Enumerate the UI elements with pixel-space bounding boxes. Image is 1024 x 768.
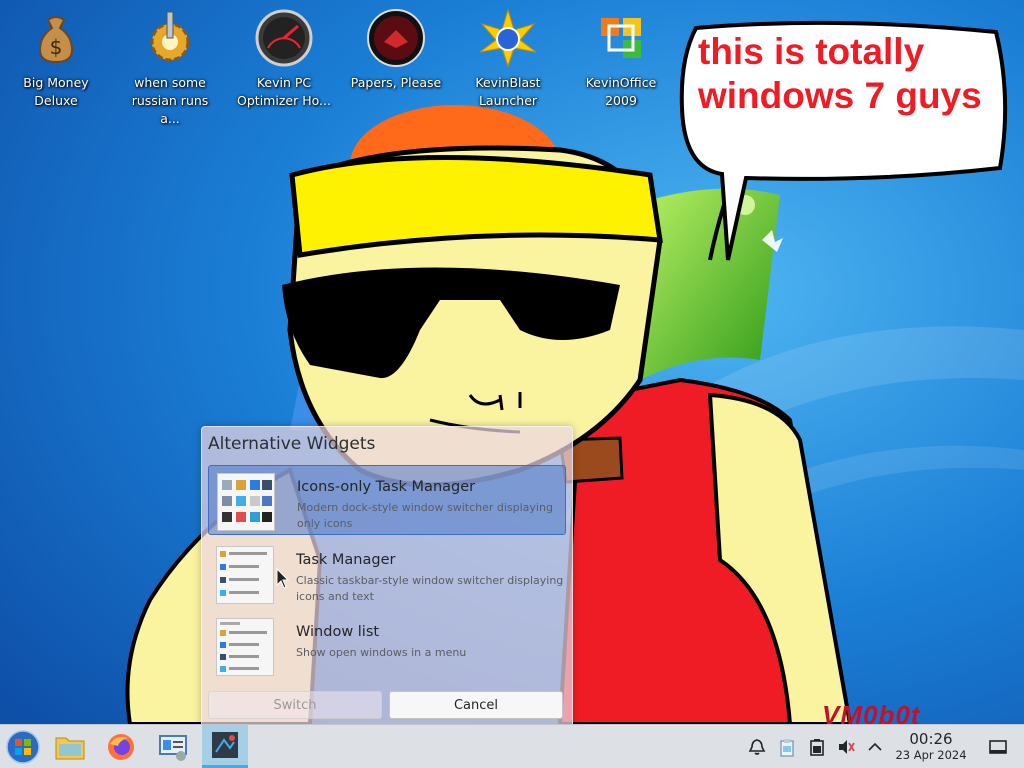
- plasma-discover-launcher-active[interactable]: [202, 725, 248, 768]
- widget-name: Window list: [296, 624, 380, 640]
- expand-tray-icon[interactable]: [865, 737, 885, 757]
- task-manager-preview-thumbnail: [216, 546, 274, 604]
- desktop-icon-label: when some russian runs a...: [131, 75, 209, 126]
- desktop-icon-big-money[interactable]: $ Big Money Deluxe: [6, 8, 106, 110]
- gears-icon: [140, 8, 200, 68]
- desktop-icon-label: KevinOffice 2009: [585, 75, 657, 108]
- desktop-icon-papers-please[interactable]: Papers, Please: [346, 8, 446, 92]
- show-desktop-icon[interactable]: [988, 737, 1008, 757]
- desktop-icon-kevinoffice[interactable]: KevinOffice 2009: [571, 8, 671, 110]
- speedometer-icon: [254, 8, 314, 68]
- office-logo-icon: [591, 8, 651, 68]
- clock-date[interactable]: 23 Apr 2024: [890, 748, 972, 762]
- icons-only-preview-thumbnail: [217, 473, 275, 531]
- system-settings-icon: [159, 734, 187, 761]
- desktop-icon-label: Big Money Deluxe: [23, 75, 89, 108]
- papers-please-icon: [366, 8, 426, 68]
- file-manager-icon: [55, 737, 85, 759]
- alternative-widgets-popup: Alternative Widgets Icons-only Task Mana…: [201, 426, 573, 726]
- battery-icon[interactable]: [807, 737, 827, 757]
- plasma-discover-icon: [212, 732, 238, 758]
- notifications-icon[interactable]: [747, 737, 767, 757]
- file-manager-launcher[interactable]: [47, 725, 93, 768]
- desktop-icon-label: Papers, Please: [350, 75, 442, 90]
- clock-time[interactable]: 00:26: [893, 730, 969, 748]
- desktop-icon-label: KevinBlast Launcher: [475, 75, 541, 108]
- widget-task-manager[interactable]: Task Manager Classic taskbar-style windo…: [208, 539, 566, 609]
- svg-text:$: $: [50, 35, 63, 59]
- desktop-icon-label: Kevin PC Optimizer Ho...: [237, 75, 331, 108]
- system-settings-launcher[interactable]: [150, 725, 196, 768]
- desktop-icon-russian[interactable]: when some russian runs a...: [120, 8, 220, 128]
- widget-description: Modern dock-style window switcher displa…: [297, 501, 553, 530]
- window-list-preview-thumbnail: [216, 618, 274, 676]
- desktop-icon-kevin-pc-optimizer[interactable]: Kevin PC Optimizer Ho...: [234, 8, 334, 110]
- firefox-icon: [108, 733, 134, 760]
- widget-icons-only-task-manager[interactable]: Icons-only Task Manager Modern dock-styl…: [208, 465, 566, 535]
- taskbar: 00:26 23 Apr 2024: [0, 724, 1024, 768]
- speech-bubble-text: this is totally windows 7 guys: [698, 31, 982, 116]
- clipboard-icon[interactable]: [777, 737, 797, 757]
- widget-description: Classic taskbar-style window switcher di…: [296, 574, 564, 603]
- widget-name: Task Manager: [296, 552, 396, 568]
- mouse-pointer-icon: [276, 568, 290, 589]
- firefox-launcher[interactable]: [98, 725, 144, 768]
- money-bag-icon: $: [26, 8, 86, 68]
- widget-description: Show open windows in a menu: [296, 646, 467, 659]
- popup-title: Alternative Widgets: [208, 434, 376, 454]
- starburst-icon: [478, 8, 538, 68]
- widget-name: Icons-only Task Manager: [297, 479, 476, 495]
- switch-button[interactable]: Switch: [208, 691, 382, 719]
- desktop-icon-kevinblast[interactable]: KevinBlast Launcher: [458, 8, 558, 110]
- widget-window-list[interactable]: Window list Show open windows in a menu: [208, 611, 566, 681]
- start-orb-icon: [6, 729, 40, 764]
- cancel-button[interactable]: Cancel: [389, 691, 563, 719]
- signature-watermark: VM0b0t: [822, 700, 921, 724]
- volume-muted-icon[interactable]: [836, 737, 856, 757]
- start-button[interactable]: [0, 725, 46, 768]
